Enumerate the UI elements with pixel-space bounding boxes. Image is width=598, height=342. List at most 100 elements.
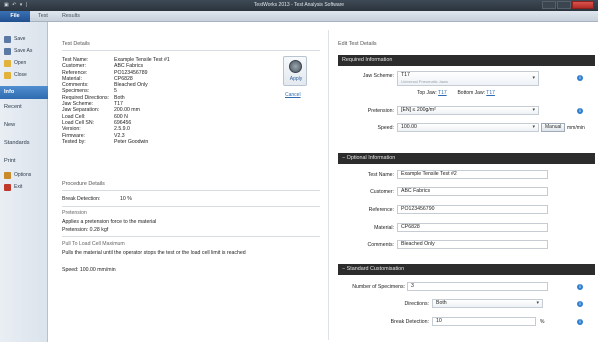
info-icon[interactable]: i <box>577 284 583 290</box>
chevron-down-icon: ▾ <box>532 124 535 130</box>
pretension-description: Applies a pretension force to the materi… <box>62 219 157 225</box>
cancel-link[interactable]: Cancel <box>285 92 301 98</box>
close-label: Close <box>14 72 27 78</box>
options-label: Options <box>14 172 32 178</box>
top-jaw-link[interactable]: T17 <box>438 90 447 96</box>
opt-test-name-label: Test Name: <box>367 172 394 178</box>
pull-description: Pulls the material until the operator st… <box>62 250 246 256</box>
specimens-input[interactable]: 3 <box>407 282 548 291</box>
pretension-select[interactable]: [EN] ≤ 200g/m² ▾ <box>397 106 539 115</box>
speed-unit: mm/min <box>567 125 585 131</box>
directions-select-value: Both <box>436 300 447 306</box>
apply-button[interactable]: Apply <box>283 56 307 86</box>
close-window-button[interactable] <box>572 1 594 9</box>
divider <box>62 190 320 191</box>
material-input[interactable]: CP6828 <box>397 223 548 232</box>
bottom-jaw-link[interactable]: T17 <box>486 90 495 96</box>
chevron-down-icon: ▾ <box>532 107 535 113</box>
save-as-command[interactable]: Save As <box>4 46 46 56</box>
nav-info[interactable]: Info <box>0 86 48 99</box>
divider <box>62 206 320 207</box>
open-folder-icon <box>4 59 11 67</box>
save-as-icon <box>4 47 11 55</box>
jaw-scheme-subtitle: Universal Pneumatic Jaws <box>401 79 448 84</box>
detail-row: Tested by: Peter Goodwin <box>62 138 149 145</box>
directions-select[interactable]: Both ▾ <box>432 299 543 308</box>
maximize-button[interactable] <box>557 1 571 9</box>
opt-material-label: Material: <box>374 225 394 231</box>
window-controls <box>542 1 594 9</box>
exit-icon <box>4 183 11 191</box>
break-detection-label: Break Detection: <box>390 319 429 325</box>
reference-input[interactable]: PO123456790 <box>397 205 548 214</box>
comments-input[interactable]: Bleached Only <box>397 240 548 249</box>
bottom-jaw-label: Bottom Jaw: <box>457 90 485 96</box>
break-detection-row: Break Detection: 10 % <box>62 196 132 202</box>
optional-information-header[interactable]: − Optional Information <box>338 153 595 164</box>
pretension-value: Pretension: 0.28 kgf <box>62 227 109 233</box>
divider <box>62 50 320 51</box>
save-command[interactable]: Save <box>4 34 46 44</box>
exit-command[interactable]: Exit <box>4 182 46 192</box>
close-command[interactable]: Close <box>4 70 46 80</box>
procedure-details-title: Procedure Details <box>62 181 105 187</box>
tab-results[interactable]: Results <box>62 11 80 22</box>
options-command[interactable]: Options <box>4 170 46 180</box>
required-information-header: Required Information <box>338 55 595 66</box>
break-detection-input[interactable]: 10 <box>432 317 536 326</box>
chevron-down-icon: ▾ <box>536 300 539 306</box>
open-label: Open <box>14 60 27 66</box>
jaw-selection: Top Jaw: T17 Bottom Jaw: T17 <box>417 90 495 96</box>
exit-label: Exit <box>14 184 23 190</box>
title-bar: ▣ ↶ ▾ | TestWorks 2013 - Test Analysis S… <box>0 0 598 11</box>
info-icon[interactable]: i <box>577 75 583 81</box>
standard-customisation-header[interactable]: − Standard Customisation <box>338 264 595 275</box>
test-details-list: Test Name: Example Tensile Test #1 Custom… <box>62 57 282 145</box>
window-title: TestWorks 2013 - Test Analysis Software <box>253 2 345 8</box>
apply-icon <box>289 60 302 73</box>
info-icon[interactable]: i <box>577 301 583 307</box>
tab-file[interactable]: File <box>0 11 30 22</box>
opt-customer-label: Customer: <box>370 189 394 195</box>
break-detection-unit: % <box>540 319 545 325</box>
options-icon <box>4 171 11 179</box>
save-icon <box>4 35 11 43</box>
directions-label: Directions: <box>404 301 429 307</box>
top-jaw-label: Top Jaw: <box>417 90 437 96</box>
customer-input[interactable]: ABC Fabrics <box>397 187 548 196</box>
test-details-title: Test Details <box>62 41 90 47</box>
nav-recent[interactable]: Recent <box>0 101 48 114</box>
opt-comments-label: Comments: <box>367 242 394 248</box>
panel-separator <box>328 30 329 340</box>
open-command[interactable]: Open <box>4 58 46 68</box>
info-icon[interactable]: i <box>577 108 583 114</box>
manual-button[interactable]: Manual <box>541 123 566 132</box>
tab-test[interactable]: Test <box>38 11 48 22</box>
speed-label: Speed: <box>377 125 394 131</box>
apply-label: Apply <box>289 76 303 82</box>
ribbon-tab-bar <box>0 11 598 22</box>
nav-new[interactable]: New <box>0 119 48 132</box>
speed-select[interactable]: 100.00 ▾ <box>397 123 539 132</box>
close-folder-icon <box>4 71 11 79</box>
pull-heading: Pull To Load Cell Maximum <box>62 241 125 247</box>
nav-standards[interactable]: Standards <box>0 137 48 150</box>
specimens-label: Number of Specimens: <box>352 284 405 290</box>
save-label: Save <box>14 36 26 42</box>
pretension-select-value: [EN] ≤ 200g/m² <box>401 107 436 113</box>
speed-value: Speed: 100.00 mm/min <box>62 267 116 273</box>
nav-print[interactable]: Print <box>0 155 48 168</box>
minimize-button[interactable] <box>542 1 556 9</box>
divider <box>62 236 320 237</box>
info-icon[interactable]: i <box>577 319 583 325</box>
pretension-label: Pretension: <box>367 108 394 114</box>
test-name-input[interactable]: Example Tensile Test #2 <box>397 170 548 179</box>
jaw-scheme-value: T17 <box>401 72 410 78</box>
edit-test-details-title: Edit Test Details <box>338 41 377 47</box>
opt-reference-label: Reference: <box>368 207 394 213</box>
save-as-label: Save As <box>14 48 33 54</box>
jaw-scheme-select[interactable]: T17 Universal Pneumatic Jaws ▾ <box>397 71 539 86</box>
pretension-heading: Pretension <box>62 210 87 216</box>
chevron-down-icon: ▾ <box>532 75 535 81</box>
jaw-scheme-label: Jaw Scheme: <box>362 73 394 79</box>
